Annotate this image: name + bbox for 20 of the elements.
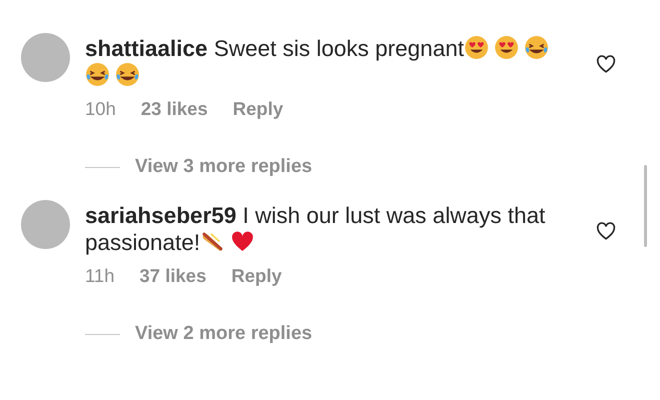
comment-text: shattiaalice Sweet sis looks pregnant bbox=[85, 35, 580, 89]
like-heart-icon[interactable] bbox=[595, 220, 617, 242]
likes-count[interactable]: 37 likes bbox=[140, 265, 206, 287]
like-heart-icon[interactable] bbox=[595, 53, 617, 75]
laughing-face-icon bbox=[115, 62, 140, 87]
comment-time: 10h bbox=[85, 98, 116, 120]
view-replies-link[interactable]: View 3 more replies bbox=[135, 156, 312, 178]
reply-link[interactable]: Reply bbox=[232, 98, 284, 120]
view-replies-link[interactable]: View 2 more replies bbox=[135, 323, 312, 345]
avatar-photo-placeholder[interactable] bbox=[21, 200, 70, 249]
scrollbar[interactable] bbox=[644, 165, 647, 247]
laughing-face-icon bbox=[524, 35, 549, 60]
comment-text: sariahseber59 I wish our lust was always that passionate! bbox=[85, 202, 546, 256]
heart-eyes-face-icon bbox=[494, 35, 519, 60]
laughing-face-icon bbox=[85, 62, 110, 87]
comment-time: 11h bbox=[85, 265, 114, 287]
likes-count[interactable]: 23 likes bbox=[140, 98, 208, 120]
avatar-photo-placeholder[interactable] bbox=[21, 33, 70, 82]
heart-eyes-face-icon bbox=[464, 35, 489, 60]
reply-link[interactable]: Reply bbox=[231, 265, 282, 287]
